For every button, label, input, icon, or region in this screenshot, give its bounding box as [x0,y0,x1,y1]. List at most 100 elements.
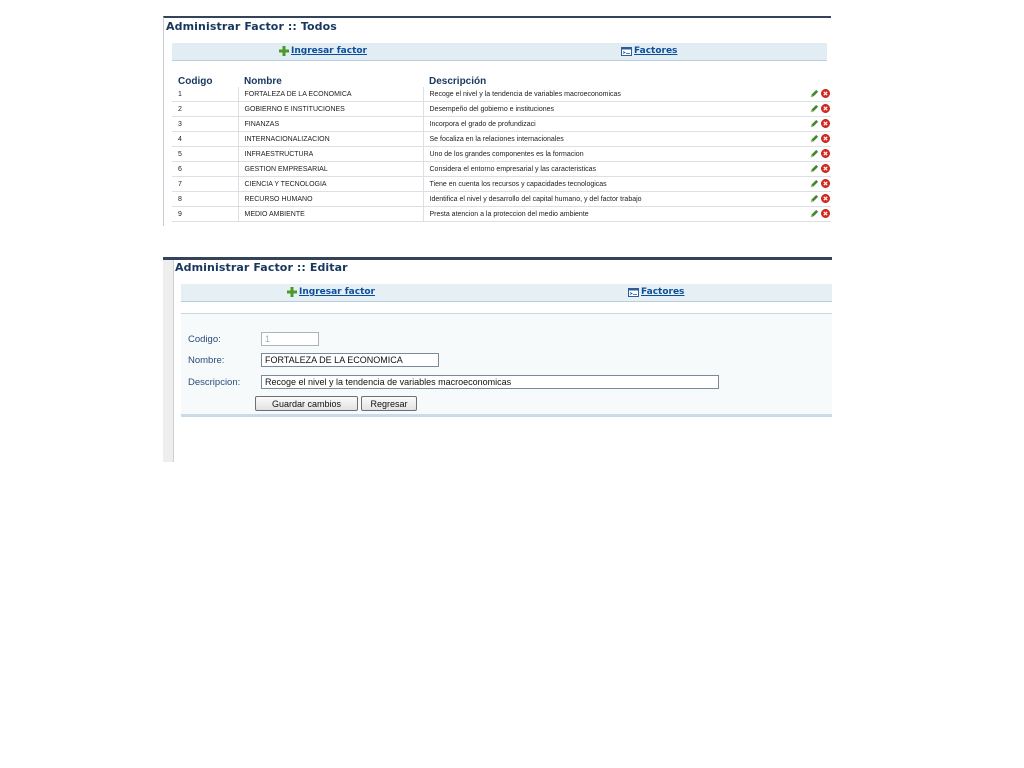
cell-actions [807,101,831,117]
factores-label: Factores [641,287,685,297]
plus-icon [287,287,297,297]
cell-actions [807,87,831,102]
cell-actions [807,206,831,222]
table-row: 4 INTERNACIONALIZACION Se focaliza en la r… [172,131,831,147]
cell-nombre: CIENCIA Y TECNOLOGIA [238,176,424,192]
add-factor-label: Ingresar factor [299,287,375,297]
cell-codigo: 3 [172,116,239,132]
column-header-actions [807,73,831,87]
delete-icon[interactable] [821,118,830,128]
edit-form: Codigo: 1 Nombre: FORTALEZA DE LA ECONOM… [181,313,832,417]
table-row: 6 GESTION EMPRESARIAL Considera el entorno… [172,161,831,177]
cell-descripcion: Presta atencion a la proteccion del medi… [423,206,807,222]
cell-descripcion: Identifica el nivel y desarrollo del cap… [423,191,807,207]
delete-icon[interactable] [821,148,830,158]
cell-descripcion: Se focaliza en la relaciones internacion… [423,131,807,147]
column-header-descripcion: Descripción [429,76,487,87]
nombre-label: Nombre: [188,355,225,366]
pencil-icon[interactable] [810,119,819,128]
cell-actions [807,116,831,132]
list-icon [628,287,639,297]
row-actions [810,193,830,203]
table-row: 9 MEDIO AMBIENTE Presta atencion a la prot… [172,206,831,222]
cell-nombre: GESTION EMPRESARIAL [238,161,424,177]
factor-table: Codigo Nombre Descripción 1 FORTALEZA DE … [172,73,831,222]
descripcion-field[interactable]: Recoge el nivel y la tendencia de variab… [261,375,719,389]
row-actions [810,118,830,128]
cell-codigo: 4 [172,131,239,147]
row-actions [810,163,830,173]
delete-icon[interactable] [821,88,830,98]
pencil-icon[interactable] [810,104,819,113]
cell-actions [807,146,831,162]
list-toolbar: Ingresar factor Factores [172,43,827,61]
table-header-row: Codigo Nombre Descripción [172,73,831,87]
cell-descripcion: Recoge el nivel y la tendencia de variab… [423,87,807,102]
row-actions [810,103,830,113]
cell-codigo: 2 [172,101,239,117]
cell-actions [807,131,831,147]
cell-actions [807,191,831,207]
edit-toolbar: Ingresar factor Factores [181,284,832,302]
table-row: 7 CIENCIA Y TECNOLOGIA Tiene en cuenta los… [172,176,831,192]
codigo-field: 1 [261,332,319,346]
cell-descripcion: Incorpora el grado de profundizaci [423,116,807,132]
cell-codigo: 7 [172,176,239,192]
cell-descripcion: Tiene en cuenta los recursos y capacidad… [423,176,807,192]
pencil-icon[interactable] [810,209,819,218]
factor-table-body: 1 FORTALEZA DE LA ECONOMICA Recoge el nive… [172,87,831,222]
edit-panel-top-bar [163,257,832,260]
table-row: 8 RECURSO HUMANO Identifica el nivel y des… [172,191,831,207]
cell-descripcion: Uno de los grandes componentes es la for… [423,146,807,162]
cell-nombre: MEDIO AMBIENTE [238,206,424,222]
cell-nombre: GOBIERNO E INSTITUCIONES [238,101,424,117]
factor-edit-panel: Administrar Factor :: Editar Ingresar fa… [163,257,832,462]
cell-nombre: FINANZAS [238,116,424,132]
pencil-icon[interactable] [810,179,819,188]
delete-icon[interactable] [821,163,830,173]
cell-descripcion: Considera el entorno empresarial y las c… [423,161,807,177]
factores-label: Factores [634,46,678,56]
codigo-label: Codigo: [188,334,221,345]
factor-list-panel: Administrar Factor :: Todos Ingresar fac… [163,16,831,226]
table-row: 3 FINANZAS Incorpora el grado de profundiz… [172,116,831,132]
plus-icon [279,46,289,56]
pencil-icon[interactable] [810,134,819,143]
pencil-icon[interactable] [810,194,819,203]
pencil-icon[interactable] [810,164,819,173]
cell-codigo: 9 [172,206,239,222]
back-button[interactable]: Regresar [361,396,417,411]
add-factor-link[interactable]: Ingresar factor [279,46,367,56]
row-actions [810,208,830,218]
edit-panel-side-strip [163,260,174,462]
column-header-nombre: Nombre [244,76,282,87]
cell-nombre: INFRAESTRUCTURA [238,146,424,162]
delete-icon[interactable] [821,133,830,143]
delete-icon[interactable] [821,103,830,113]
edit-panel-title: Administrar Factor :: Editar [175,261,348,274]
descripcion-label: Descripcion: [188,377,241,388]
table-row: 5 INFRAESTRUCTURA Uno de los grandes compo… [172,146,831,162]
factores-link[interactable]: Factores [628,287,684,297]
cell-nombre: RECURSO HUMANO [238,191,424,207]
pencil-icon[interactable] [810,89,819,98]
add-factor-label: Ingresar factor [291,46,367,56]
row-actions [810,133,830,143]
cell-descripcion: Desempeño del gobierno e instituciones [423,101,807,117]
pencil-icon[interactable] [810,149,819,158]
cell-nombre: INTERNACIONALIZACION [238,131,424,147]
cell-codigo: 1 [172,87,239,102]
nombre-field[interactable]: FORTALEZA DE LA ECONOMICA [261,353,439,367]
cell-codigo: 8 [172,191,239,207]
delete-icon[interactable] [821,178,830,188]
delete-icon[interactable] [821,193,830,203]
add-factor-link[interactable]: Ingresar factor [287,287,375,297]
delete-icon[interactable] [821,208,830,218]
cell-actions [807,161,831,177]
save-changes-button[interactable]: Guardar cambios [255,396,358,411]
factores-link[interactable]: Factores [621,46,677,56]
list-icon [621,46,632,56]
cell-codigo: 5 [172,146,239,162]
cell-actions [807,176,831,192]
cell-nombre: FORTALEZA DE LA ECONOMICA [238,87,424,102]
